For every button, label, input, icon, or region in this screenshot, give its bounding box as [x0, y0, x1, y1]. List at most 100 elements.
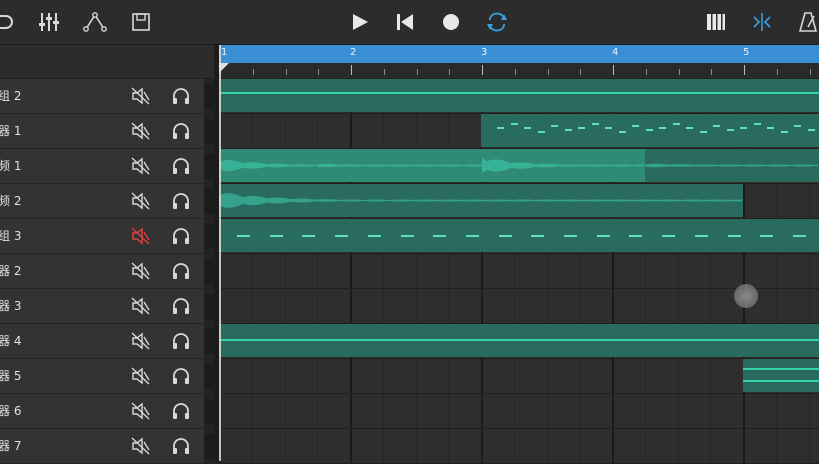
mute-icon	[131, 332, 150, 350]
clip-region[interactable]	[219, 149, 317, 182]
headphones-icon	[173, 158, 189, 174]
track-drag-handle[interactable]	[204, 329, 214, 354]
mute-icon	[131, 402, 150, 420]
track-drag-handle[interactable]	[204, 84, 214, 109]
grid-line	[415, 254, 417, 288]
grid-line	[677, 429, 679, 463]
ruler-tick	[547, 69, 549, 75]
track-drag-handle[interactable]	[204, 399, 214, 424]
grid-line	[710, 254, 712, 288]
track-drag-handle[interactable]	[204, 224, 214, 249]
track-drag-handle[interactable]	[204, 259, 214, 284]
midi-note	[618, 131, 626, 133]
headphones-icon	[173, 438, 189, 454]
track-lane[interactable]	[219, 394, 819, 429]
midi-note	[645, 129, 653, 131]
solo-button[interactable]	[172, 297, 190, 319]
keyboard-button[interactable]	[701, 7, 731, 37]
metronome-button[interactable]	[793, 7, 819, 37]
track-header[interactable]: 组 2	[0, 79, 214, 114]
mute-button[interactable]	[131, 366, 151, 390]
mute-button[interactable]	[131, 331, 151, 355]
timeline-ruler[interactable]: 1 2 3 4 5	[219, 45, 819, 78]
track-header[interactable]: 频 1	[0, 149, 214, 184]
mute-button[interactable]	[131, 156, 151, 180]
solo-button[interactable]	[172, 192, 190, 214]
solo-button[interactable]	[172, 87, 190, 109]
mute-button[interactable]	[131, 436, 151, 460]
grid-line	[284, 359, 286, 393]
track-drag-handle[interactable]	[204, 294, 214, 319]
track-lane[interactable]	[219, 254, 819, 289]
ruler-tick	[318, 69, 320, 75]
bar-number: 5	[743, 47, 750, 58]
mute-button[interactable]	[131, 191, 151, 215]
track-header[interactable]: 器 4	[0, 324, 214, 359]
track-lane[interactable]	[219, 79, 819, 114]
ruler-tick	[449, 69, 451, 75]
track-lane[interactable]	[219, 114, 819, 149]
clip-region[interactable]	[219, 219, 819, 252]
mute-button[interactable]	[131, 121, 151, 145]
clip-region[interactable]	[317, 149, 645, 182]
solo-button[interactable]	[172, 367, 190, 389]
mute-button[interactable]	[131, 226, 151, 250]
track-header[interactable]: 频 2	[0, 184, 214, 219]
grid-line	[481, 359, 483, 393]
track-header[interactable]: 器 5	[0, 359, 214, 394]
clip-region[interactable]	[743, 359, 819, 392]
clip-region[interactable]	[645, 149, 819, 182]
track-lane[interactable]	[219, 429, 819, 464]
save-button[interactable]	[126, 7, 156, 37]
track-drag-handle[interactable]	[204, 189, 214, 214]
track-drag-handle[interactable]	[204, 364, 214, 389]
track-row: 器 2	[0, 254, 819, 289]
track-header[interactable]: 器 2	[0, 254, 214, 289]
track-lane[interactable]	[219, 359, 819, 394]
back-button[interactable]	[0, 7, 16, 37]
mute-button[interactable]	[131, 401, 151, 425]
track-header[interactable]: 组 3	[0, 219, 214, 254]
track-lane[interactable]	[219, 184, 819, 219]
play-icon	[353, 14, 368, 30]
snap-button[interactable]	[747, 7, 777, 37]
track-drag-handle[interactable]	[204, 154, 214, 179]
record-button[interactable]	[436, 7, 466, 37]
loop-region-bar[interactable]	[219, 45, 819, 63]
loop-button[interactable]	[482, 7, 512, 37]
rewind-button[interactable]	[390, 7, 420, 37]
track-lane[interactable]	[219, 289, 819, 324]
ruler-tick	[514, 69, 516, 75]
track-header[interactable]: 器 7	[0, 429, 214, 464]
track-lane[interactable]	[219, 324, 819, 359]
automation-button[interactable]	[80, 7, 110, 37]
clip-region[interactable]	[219, 79, 819, 112]
track-row: 频 1	[0, 149, 819, 184]
track-drag-handle[interactable]	[204, 434, 214, 459]
solo-button[interactable]	[172, 157, 190, 179]
solo-button[interactable]	[172, 262, 190, 284]
track-area: 组 2 器 1 频 1 频 2 组 3 器 2 器 3 器 4 器 5 器 6 器 7	[0, 79, 819, 464]
track-header[interactable]: 器 1	[0, 114, 214, 149]
solo-button[interactable]	[172, 332, 190, 354]
mixer-button[interactable]	[34, 7, 64, 37]
clip-region[interactable]	[219, 184, 743, 217]
solo-button[interactable]	[172, 437, 190, 459]
solo-button[interactable]	[172, 402, 190, 424]
mute-button[interactable]	[131, 261, 151, 285]
solo-button[interactable]	[172, 122, 190, 144]
track-header[interactable]: 器 6	[0, 394, 214, 429]
track-drag-handle[interactable]	[204, 119, 214, 144]
track-lane[interactable]	[219, 149, 819, 184]
headphones-icon	[173, 333, 189, 349]
mute-button[interactable]	[131, 296, 151, 320]
solo-button[interactable]	[172, 227, 190, 249]
track-name: 频 2	[0, 194, 22, 208]
clip-region[interactable]	[481, 114, 819, 147]
track-lane[interactable]	[219, 219, 819, 254]
midi-note	[531, 235, 545, 237]
track-header[interactable]: 器 3	[0, 289, 214, 324]
mute-button[interactable]	[131, 86, 151, 110]
play-button[interactable]	[345, 7, 375, 37]
clip-region[interactable]	[219, 324, 819, 357]
